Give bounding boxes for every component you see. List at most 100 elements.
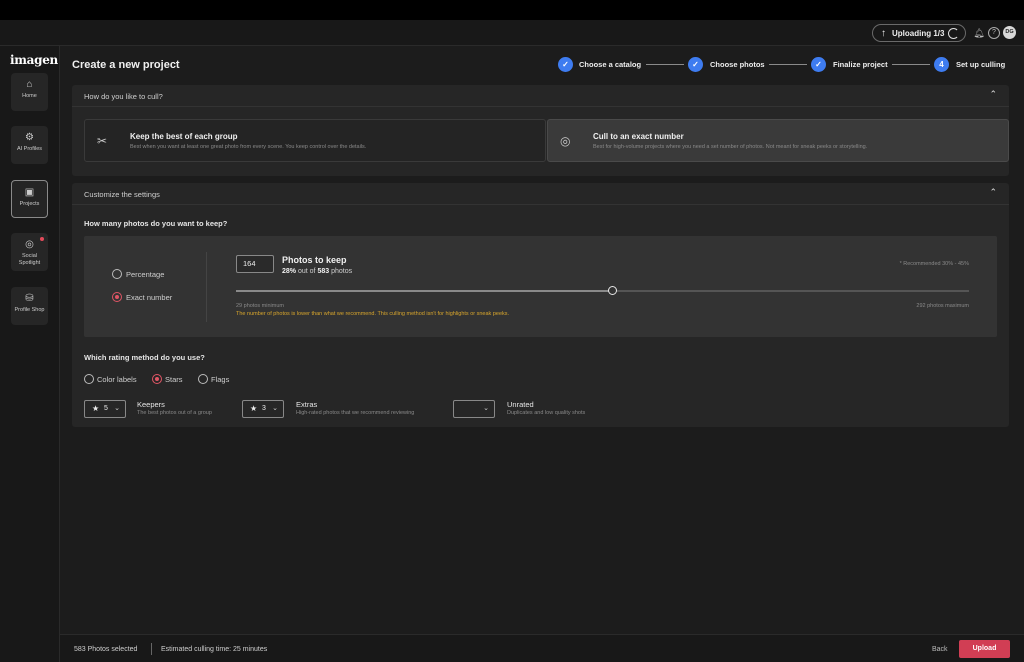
photos-slider[interactable] (236, 286, 969, 295)
photos-count-input[interactable]: 164 (236, 255, 274, 273)
step-label: Finalize project (833, 60, 888, 69)
keepers-desc: The best photos out of a group (137, 410, 212, 416)
divider (151, 643, 152, 655)
sidebar-item-label: Social Spotlight (18, 253, 41, 266)
sidebar-item-home[interactable]: ⌂ Home (11, 73, 48, 111)
keep-question: How many photos do you want to keep? (84, 219, 228, 228)
sidebar-item-label: Projects (19, 201, 40, 207)
page-title: Create a new project (72, 59, 180, 71)
sidebar-item-profile-shop[interactable]: ⛁ Profile Shop (11, 287, 48, 325)
step-label: Choose photos (710, 60, 765, 69)
exact-number-radio[interactable] (112, 292, 122, 302)
step-label: Choose a catalog (579, 60, 642, 69)
total-photos: 583 (317, 268, 330, 275)
unrated-rating-select[interactable]: ⌄ (453, 400, 495, 418)
option-title: Cull to an exact number (593, 132, 684, 141)
option-desc: Best for high-volume projects where you … (593, 144, 868, 150)
unit-text: photos (331, 268, 353, 275)
settings-panel: Customize the settings ⌃ How many photos… (72, 183, 1009, 427)
warning-text: The number of photos is lower than what … (236, 311, 510, 317)
chevron-down-icon: ⌄ (272, 405, 278, 412)
avatar[interactable]: DG (1003, 26, 1016, 39)
loading-spinner-icon (948, 28, 959, 39)
sidebar-item-label: AI Profiles (16, 146, 43, 152)
sidebar-item-social-spotlight[interactable]: ◎ Social Spotlight (11, 233, 48, 271)
sidebar: imagen ⌂ Home ⚙ AI Profiles ▣ Projects ◎… (0, 46, 60, 662)
footer: 583 Photos selected Estimated culling ti… (60, 634, 1024, 662)
cull-option-best-of-group[interactable]: ✂ Keep the best of each group Best when … (84, 119, 546, 162)
extras-rating-select[interactable]: ★ 3 ⌄ (242, 400, 284, 418)
step-connector (769, 64, 807, 65)
step-label: Set up culling (956, 60, 1006, 69)
step-connector (892, 64, 930, 65)
recommended-range: * Recommended 30% - 45% (899, 261, 969, 267)
photos-to-keep-title: Photos to keep (282, 255, 347, 265)
star-icon: ★ (92, 404, 100, 413)
home-icon: ⌂ (26, 79, 33, 90)
help-icon[interactable]: ? (988, 27, 1000, 39)
chevron-down-icon: ⌄ (483, 405, 489, 412)
panel-title: How do you like to cull? (84, 92, 163, 101)
sidebar-item-projects[interactable]: ▣ Projects (11, 180, 48, 218)
chevron-down-icon: ⌄ (114, 405, 120, 412)
cull-method-panel: How do you like to cull? ⌃ ✂ Keep the be… (72, 85, 1009, 176)
sidebar-item-label: Profile Shop (14, 307, 45, 313)
flags-radio[interactable] (198, 374, 208, 384)
slider-max-label: 292 photos maximum (916, 303, 969, 309)
chevron-up-icon[interactable]: ⌃ (989, 89, 997, 100)
extras-desc: High-rated photos that we recommend revi… (296, 410, 415, 416)
percentage-label: Percentage (126, 270, 165, 279)
select-value: 3 (262, 405, 266, 412)
flags-label: Flags (211, 375, 230, 384)
extras-title: Extras (296, 400, 318, 409)
panel-header[interactable]: Customize the settings ⌃ (72, 183, 1009, 205)
step-number: 4 (934, 57, 949, 72)
stars-label: Stars (165, 375, 183, 384)
rating-question: Which rating method do you use? (84, 353, 205, 362)
divider (206, 252, 207, 322)
top-black-strip (0, 0, 1024, 20)
bell-icon[interactable]: 🔔︎ (973, 27, 985, 39)
color-labels-radio[interactable] (84, 374, 94, 384)
sidebar-item-label: Home (22, 93, 37, 99)
notification-dot (40, 237, 44, 241)
ai-profiles-icon: ⚙ (25, 132, 34, 143)
logo: imagen (10, 53, 58, 67)
chevron-up-icon[interactable]: ⌃ (989, 187, 997, 198)
keepers-title: Keepers (137, 400, 165, 409)
upload-arrow-icon: ↑ (881, 27, 886, 39)
upload-status-label: Uploading 1/3 (892, 28, 945, 38)
sidebar-item-ai-profiles[interactable]: ⚙ AI Profiles (11, 126, 48, 164)
photos-to-keep-summary: 28% out of 583 photos (282, 268, 352, 275)
check-icon: ✓ (811, 57, 826, 72)
scissors-icon: ✂ (97, 134, 108, 148)
profile-shop-icon: ⛁ (25, 293, 34, 304)
upload-button[interactable]: Upload (959, 640, 1010, 658)
option-title: Keep the best of each group (130, 132, 238, 141)
back-button[interactable]: Back (932, 646, 948, 653)
stars-radio[interactable] (152, 374, 162, 384)
option-desc: Best when you want at least one great ph… (130, 144, 367, 150)
target-icon: ◎ (560, 134, 571, 148)
cull-option-exact-number[interactable]: ◎ Cull to an exact number Best for high-… (547, 119, 1009, 162)
culling-estimate: Estimated culling time: 25 minutes (161, 646, 268, 653)
slider-min-label: 29 photos minimum (236, 303, 284, 309)
photos-selected: 583 Photos selected (74, 646, 138, 653)
exact-number-label: Exact number (126, 293, 173, 302)
check-icon: ✓ (558, 57, 573, 72)
step-connector (646, 64, 684, 65)
photos-to-keep-box: Percentage Exact number 164 Photos to ke… (84, 236, 997, 337)
panel-header[interactable]: How do you like to cull? ⌃ (72, 85, 1009, 107)
keepers-rating-select[interactable]: ★ 5 ⌄ (84, 400, 126, 418)
panel-title: Customize the settings (84, 190, 160, 199)
unrated-title: Unrated (507, 400, 534, 409)
percentage-radio[interactable] (112, 269, 122, 279)
unrated-desc: Duplicates and low quality shots (507, 410, 586, 416)
check-icon: ✓ (688, 57, 703, 72)
out-of-text: out of (297, 268, 316, 275)
keep-percent: 28% (282, 268, 297, 275)
slider-thumb[interactable] (608, 286, 618, 295)
upload-status-button[interactable]: ↑ Uploading 1/3 (872, 24, 966, 42)
projects-icon: ▣ (24, 187, 35, 198)
slider-fill (236, 290, 613, 292)
